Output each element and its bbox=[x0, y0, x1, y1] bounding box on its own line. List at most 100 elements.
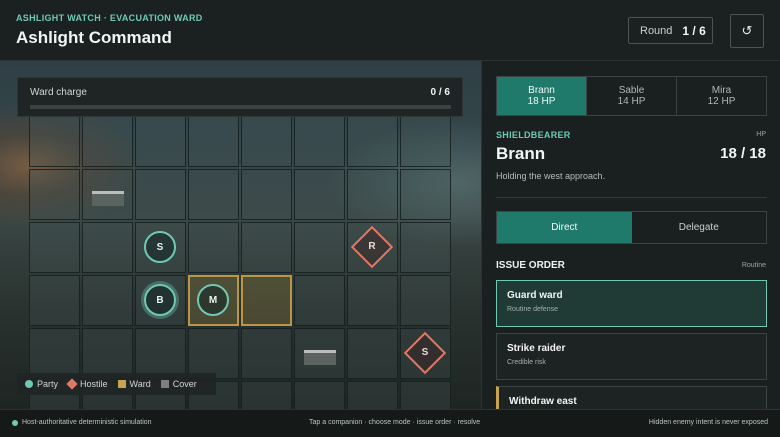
tab-hp: 14 HP bbox=[617, 96, 646, 107]
board-cell[interactable] bbox=[294, 116, 345, 167]
header-bar: ASHLIGHT WATCH · EVACUATION WARD Ashligh… bbox=[0, 0, 780, 61]
board-cell[interactable] bbox=[400, 275, 451, 326]
tab-sable[interactable]: Sable 14 HP bbox=[587, 77, 677, 115]
board-cell[interactable] bbox=[188, 169, 239, 220]
mode-delegate-button[interactable]: Delegate bbox=[632, 212, 767, 243]
companion-hp: 18 / 18 bbox=[720, 145, 766, 162]
hp-label: HP bbox=[756, 131, 766, 138]
board-cell[interactable] bbox=[29, 116, 80, 167]
board-cell[interactable] bbox=[294, 169, 345, 220]
companion-name: Brann bbox=[496, 144, 546, 163]
board-cell[interactable] bbox=[135, 116, 186, 167]
footer-bar: Host-authoritative deterministic simulat… bbox=[0, 409, 780, 437]
board-cell[interactable] bbox=[188, 222, 239, 273]
ward-charge-bar bbox=[30, 105, 451, 109]
ward-charge-value: 0 / 6 bbox=[430, 87, 450, 98]
board-cell[interactable] bbox=[241, 381, 292, 409]
order-title: Guard ward bbox=[507, 290, 563, 301]
tab-hp: 12 HP bbox=[707, 96, 736, 107]
tab-hp: 18 HP bbox=[527, 96, 556, 107]
party-swatch bbox=[25, 380, 33, 388]
round-indicator: Round 1 / 6 bbox=[628, 17, 713, 44]
order-withdraw-east[interactable]: Withdraw east bbox=[496, 386, 767, 409]
page-title: Ashlight Command bbox=[16, 28, 172, 47]
tab-brann[interactable]: Brann 18 HP bbox=[497, 77, 587, 115]
board-cell[interactable] bbox=[347, 381, 398, 409]
legend-cover-label: Cover bbox=[172, 379, 197, 389]
ward-charge-label: Ward charge bbox=[30, 87, 87, 98]
board-cell[interactable] bbox=[188, 328, 239, 379]
party-token-m[interactable]: M bbox=[197, 284, 229, 316]
board-cell[interactable] bbox=[82, 275, 133, 326]
round-value: 1 / 6 bbox=[682, 23, 706, 38]
board-cell[interactable] bbox=[400, 116, 451, 167]
legend-hostile: Hostile bbox=[66, 378, 108, 390]
tab-name: Sable bbox=[618, 84, 645, 96]
board-cell[interactable] bbox=[241, 116, 292, 167]
board-cell[interactable] bbox=[82, 328, 133, 379]
board-cell[interactable] bbox=[135, 169, 186, 220]
footer-hint: Tap a companion · choose mode · issue or… bbox=[309, 419, 481, 426]
tab-mira[interactable]: Mira 12 HP bbox=[677, 77, 766, 115]
board-cell[interactable] bbox=[29, 275, 80, 326]
reset-button[interactable]: ↺ bbox=[730, 14, 764, 48]
board-legend: Party Hostile Ward Cover bbox=[17, 373, 216, 395]
board-grid: SBMRS bbox=[29, 116, 453, 409]
order-subtitle: Credible risk bbox=[507, 359, 546, 366]
board-cell[interactable] bbox=[241, 222, 292, 273]
board-cell[interactable] bbox=[29, 328, 80, 379]
legend-cover: Cover bbox=[160, 379, 197, 389]
board-cell[interactable] bbox=[400, 222, 451, 273]
order-title: Withdraw east bbox=[509, 396, 577, 407]
board-cell[interactable] bbox=[188, 116, 239, 167]
board-cell[interactable] bbox=[294, 381, 345, 409]
mode-direct-button[interactable]: Direct bbox=[497, 212, 632, 243]
companion-panel: Brann 18 HP Sable 14 HP Mira 12 HP SHIEL… bbox=[481, 61, 780, 409]
tab-name: Mira bbox=[711, 84, 732, 96]
hostile-swatch bbox=[66, 378, 78, 390]
board-cell[interactable] bbox=[347, 116, 398, 167]
board-cell[interactable] bbox=[400, 169, 451, 220]
order-title: Strike raider bbox=[507, 343, 566, 354]
hostile-token-label: S bbox=[421, 347, 429, 358]
board-cell[interactable] bbox=[135, 328, 186, 379]
legend-hostile-label: Hostile bbox=[80, 379, 108, 389]
board-cell[interactable] bbox=[347, 275, 398, 326]
status-dot bbox=[12, 420, 18, 426]
order-guard-ward[interactable]: Guard ward Routine defense bbox=[496, 280, 767, 327]
ward-cell[interactable] bbox=[241, 275, 292, 326]
mode-toggle: Direct Delegate bbox=[496, 211, 767, 244]
footer-status: Host-authoritative deterministic simulat… bbox=[22, 419, 152, 426]
ward-swatch bbox=[117, 380, 126, 388]
party-token-s[interactable]: S bbox=[144, 231, 176, 263]
board-cell[interactable] bbox=[82, 222, 133, 273]
issue-order-tag: Routine bbox=[741, 262, 766, 269]
board-cell[interactable] bbox=[294, 275, 345, 326]
hostile-token-label: R bbox=[368, 241, 376, 252]
board-cell[interactable] bbox=[29, 222, 80, 273]
cover-block bbox=[304, 350, 336, 365]
legend-ward: Ward bbox=[117, 379, 151, 389]
companion-tabs: Brann 18 HP Sable 14 HP Mira 12 HP bbox=[496, 76, 767, 116]
board-cell[interactable] bbox=[29, 169, 80, 220]
cover-swatch bbox=[160, 380, 169, 388]
board-cell[interactable] bbox=[294, 222, 345, 273]
divider bbox=[496, 197, 767, 198]
order-subtitle: Routine defense bbox=[507, 306, 558, 313]
board-cell[interactable] bbox=[241, 169, 292, 220]
legend-party-label: Party bbox=[37, 379, 59, 389]
board-cell[interactable] bbox=[82, 116, 133, 167]
board-cell[interactable] bbox=[241, 328, 292, 379]
footer-note: Hidden enemy intent is never exposed bbox=[648, 419, 768, 426]
issue-order-heading: ISSUE ORDER bbox=[496, 260, 565, 271]
cover-block bbox=[92, 191, 124, 206]
ward-charge-panel: Ward charge 0 / 6 bbox=[17, 77, 463, 117]
legend-ward-label: Ward bbox=[129, 379, 151, 389]
board-cell[interactable] bbox=[347, 328, 398, 379]
companion-role: SHIELDBEARER bbox=[496, 130, 571, 140]
party-token-b[interactable]: B bbox=[144, 284, 176, 316]
legend-party: Party bbox=[25, 379, 58, 389]
board-cell[interactable] bbox=[400, 381, 451, 409]
board-cell[interactable] bbox=[347, 169, 398, 220]
order-strike-raider[interactable]: Strike raider Credible risk bbox=[496, 333, 767, 380]
